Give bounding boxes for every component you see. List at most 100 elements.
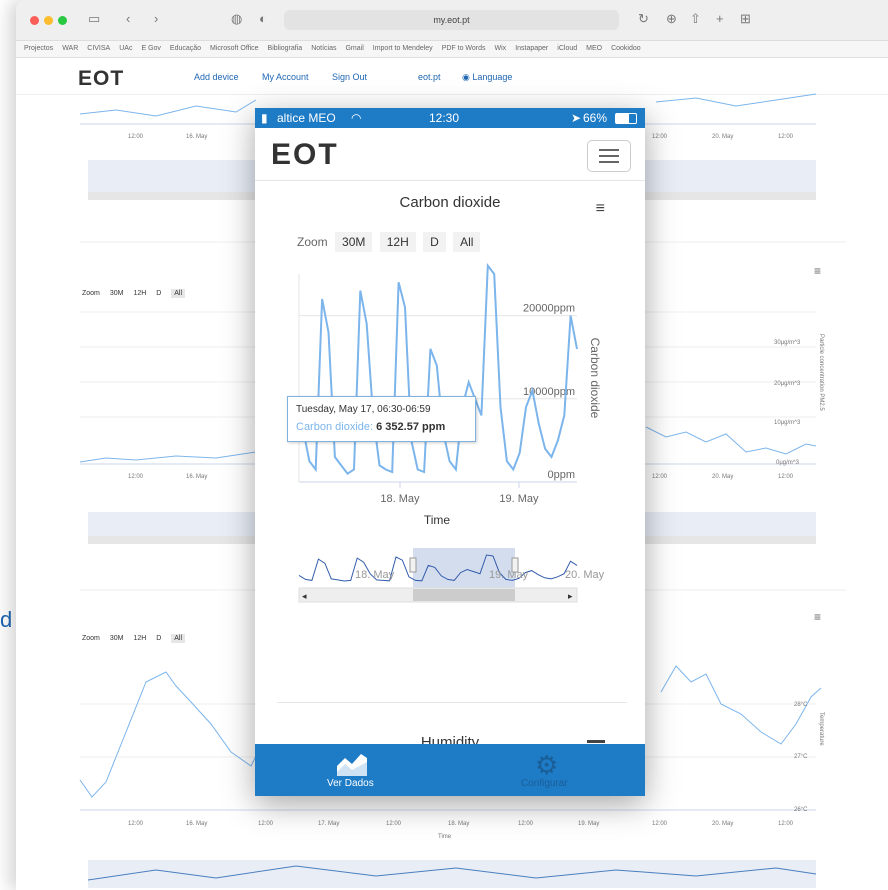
bookmark-item[interactable]: Instapaper bbox=[515, 45, 548, 52]
co2-chart[interactable]: 0ppm10000ppm20000ppmCarbon dioxide18. Ma… bbox=[255, 248, 645, 648]
tick: 16. May bbox=[186, 134, 208, 140]
bookmark-item[interactable]: Projectos bbox=[24, 45, 53, 52]
battery-icon bbox=[615, 113, 637, 124]
bg-zoom-label: Zoom bbox=[82, 290, 100, 297]
carrier-name: altice MEO bbox=[277, 111, 336, 125]
bg-zoom-all-2[interactable]: All bbox=[171, 634, 186, 643]
site-logo[interactable]: EOT bbox=[78, 67, 124, 91]
y-axis-title: Carbon dioxide bbox=[588, 338, 602, 419]
bg-zoom-30m-2[interactable]: 30M bbox=[110, 635, 124, 642]
tick: 12:00 bbox=[778, 474, 794, 480]
pm-axis-title: Particle concentration PM2.5 bbox=[818, 334, 824, 411]
bg-zoom-30m[interactable]: 30M bbox=[110, 290, 124, 297]
bookmark-item[interactable]: Bibliografia bbox=[268, 45, 303, 52]
phone-header: EOT bbox=[255, 128, 645, 181]
bookmark-item[interactable]: E Gov bbox=[141, 45, 160, 52]
pm-axis-label: 20µg/m^3 bbox=[774, 381, 801, 387]
bookmark-item[interactable]: Import to Mendeley bbox=[373, 45, 433, 52]
pm-axis-label: 30µg/m^3 bbox=[774, 340, 801, 346]
tooltip-value-row: Carbon dioxide: 6 352.57 ppm bbox=[296, 421, 445, 433]
bg-zoom-row-1: Zoom 30M 12H D All bbox=[82, 289, 193, 298]
bg-menu-icon-2[interactable]: ≡ bbox=[814, 610, 821, 624]
globe-icon: ◉ bbox=[462, 72, 473, 82]
download-icon[interactable]: ⊕ bbox=[666, 11, 677, 27]
x-tick-label: 19. May bbox=[499, 493, 539, 505]
tab-configurar-label[interactable]: Configurar bbox=[521, 778, 568, 789]
phone-screen: ▮ altice MEO ◠ 12:30 ➤ 66% EOT Carbon di… bbox=[255, 108, 645, 796]
site-nav: EOT Add device My Account Sign Out eot.p… bbox=[16, 58, 888, 95]
chart-menu-icon[interactable]: ≡ bbox=[596, 200, 605, 218]
tick: 12:00 bbox=[386, 821, 402, 827]
hamburger-icon bbox=[599, 149, 619, 151]
bg-zoom-all[interactable]: All bbox=[171, 289, 186, 298]
privacy-icon[interactable]: ◍ bbox=[231, 11, 242, 27]
language-link[interactable]: ◉ Language bbox=[462, 72, 512, 83]
sign-out-link[interactable]: Sign Out bbox=[332, 72, 367, 82]
pm-axis-label: 10µg/m^3 bbox=[774, 420, 801, 426]
bg-zoom-row-2: Zoom 30M 12H D All bbox=[82, 634, 193, 643]
tab-bar: Ver Dados ⚙ Configurar bbox=[255, 744, 645, 796]
bg-zoom-d-2[interactable]: D bbox=[156, 635, 161, 642]
back-icon[interactable]: ‹ bbox=[126, 11, 130, 26]
humidity-menu-icon[interactable] bbox=[587, 740, 605, 743]
close-window-button[interactable] bbox=[30, 16, 39, 25]
scroll-left-arrow[interactable]: ◂ bbox=[302, 591, 307, 601]
bookmark-item[interactable]: UAc bbox=[119, 45, 132, 52]
scroll-right-arrow[interactable]: ▸ bbox=[568, 591, 573, 601]
bg-pm-series-right bbox=[645, 426, 817, 455]
gear-icon[interactable]: ⚙ bbox=[535, 750, 558, 781]
bookmark-item[interactable]: CIVISA bbox=[87, 45, 110, 52]
tick: 19. May bbox=[578, 821, 600, 827]
bookmark-item[interactable]: Microsoft Office bbox=[210, 45, 259, 52]
bookmark-item[interactable]: Cookidoo bbox=[611, 45, 641, 52]
bg-zoom-12h-2[interactable]: 12H bbox=[133, 635, 146, 642]
forward-icon[interactable]: › bbox=[154, 11, 158, 26]
menu-toggle-button[interactable] bbox=[587, 140, 631, 172]
battery-percent: 66% bbox=[583, 111, 608, 125]
bookmark-item[interactable]: Gmail bbox=[345, 45, 363, 52]
bg-x-axis-title: Time bbox=[438, 834, 452, 840]
tick: 12:00 bbox=[128, 821, 144, 827]
temp-axis-title: Temperature bbox=[818, 712, 824, 746]
bookmark-item[interactable]: Wix bbox=[495, 45, 507, 52]
y-tick-label: 0ppm bbox=[547, 469, 575, 481]
tick: 20. May bbox=[712, 134, 734, 140]
side-letter: d bbox=[0, 607, 13, 632]
bookmark-item[interactable]: Notícias bbox=[311, 45, 336, 52]
tab-ver-dados[interactable] bbox=[337, 752, 367, 781]
bookmark-item[interactable]: iCloud bbox=[557, 45, 577, 52]
bookmark-item[interactable]: MEO bbox=[586, 45, 602, 52]
bg-zoom-d[interactable]: D bbox=[156, 290, 161, 297]
add-device-link[interactable]: Add device bbox=[194, 72, 239, 82]
tooltip-series: Carbon dioxide: bbox=[296, 421, 374, 433]
bookmark-item[interactable]: PDF to Words bbox=[442, 45, 486, 52]
eot-link[interactable]: eot.pt bbox=[418, 72, 441, 82]
sidebar-icon[interactable]: ▭ bbox=[88, 11, 100, 27]
bg-zoom-12h[interactable]: 12H bbox=[133, 290, 146, 297]
bg-menu-icon-1[interactable]: ≡ bbox=[814, 264, 821, 278]
navigator-selection[interactable] bbox=[413, 548, 515, 588]
navigator-handle-left[interactable] bbox=[409, 557, 417, 573]
bookmark-item[interactable]: Educação bbox=[170, 45, 201, 52]
share-icon[interactable]: ⇧ bbox=[690, 11, 701, 27]
shield-icon[interactable]: ◐ bbox=[259, 11, 267, 26]
tick: 12:00 bbox=[652, 821, 668, 827]
tab-overview-icon[interactable]: ⊞ bbox=[740, 11, 751, 27]
url-text: my.eot.pt bbox=[433, 15, 470, 25]
new-tab-icon[interactable]: + bbox=[716, 11, 724, 26]
phone-logo[interactable]: EOT bbox=[271, 138, 339, 172]
minimize-window-button[interactable] bbox=[44, 16, 53, 25]
bookmark-item[interactable]: WAR bbox=[62, 45, 78, 52]
tick: 20. May bbox=[712, 821, 734, 827]
tick: 12:00 bbox=[128, 134, 144, 140]
navigator-scroll-thumb[interactable] bbox=[413, 589, 515, 601]
reload-icon[interactable]: ↻ bbox=[638, 11, 649, 27]
tab-ver-dados-label[interactable]: Ver Dados bbox=[327, 778, 374, 789]
tick: 16. May bbox=[186, 821, 208, 827]
bg-navigator-3[interactable] bbox=[88, 860, 816, 888]
my-account-link[interactable]: My Account bbox=[262, 72, 309, 82]
bg-top-series bbox=[79, 99, 257, 117]
navigator-handle-right[interactable] bbox=[511, 557, 519, 573]
url-bar[interactable]: my.eot.pt bbox=[284, 10, 619, 30]
maximize-window-button[interactable] bbox=[58, 16, 67, 25]
